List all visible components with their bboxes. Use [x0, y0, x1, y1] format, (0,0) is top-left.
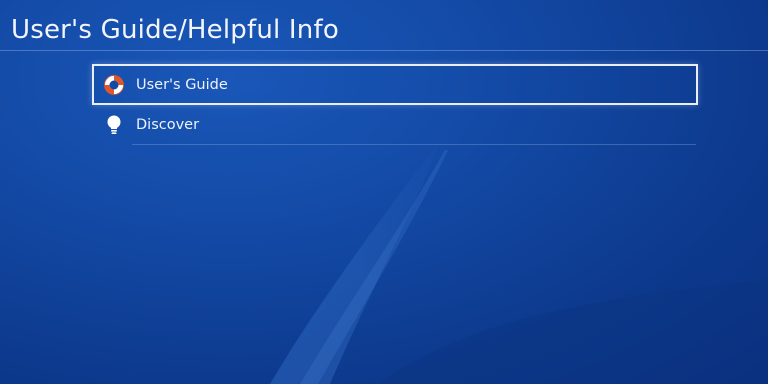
- header: User's Guide/Helpful Info: [0, 0, 768, 51]
- page-title: User's Guide/Helpful Info: [11, 15, 339, 45]
- lightbulb-icon: [103, 114, 125, 136]
- lifebuoy-icon: [103, 74, 125, 96]
- menu-list: User's Guide Discover: [92, 64, 698, 145]
- item-divider: [132, 144, 696, 145]
- menu-item-label: Discover: [136, 117, 200, 133]
- background-wave: [270, 140, 768, 384]
- menu-item-label: User's Guide: [136, 76, 228, 93]
- header-divider: [0, 50, 768, 51]
- menu-item-users-guide[interactable]: User's Guide: [92, 64, 698, 105]
- menu-item-discover[interactable]: Discover: [92, 105, 698, 145]
